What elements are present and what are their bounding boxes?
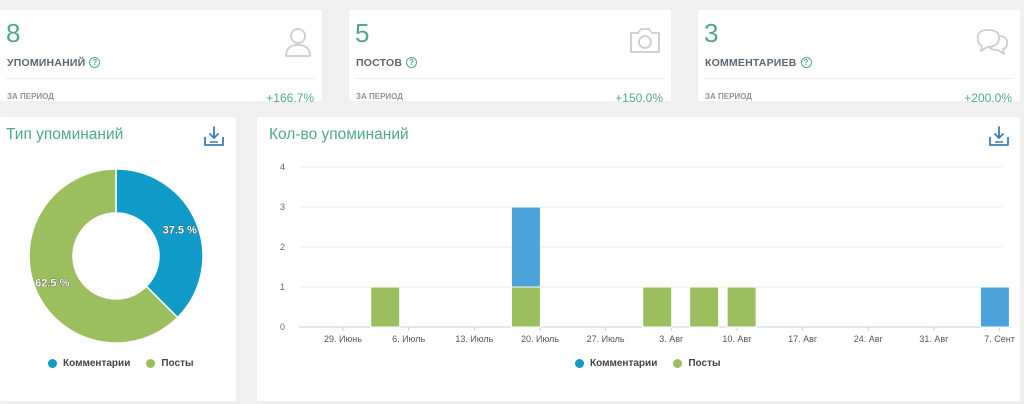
- x-tick-label: 3. Авг: [659, 334, 684, 344]
- download-icon[interactable]: [203, 125, 225, 147]
- legend-item-comments[interactable]: Комментарии: [48, 358, 130, 369]
- donut-chart: 37.5 % 62.5 %: [28, 168, 204, 344]
- y-tick-label: 3: [280, 202, 285, 212]
- posts-change: +150.0%: [615, 91, 663, 105]
- legend-label: Комментарии: [63, 358, 131, 369]
- user-icon: [285, 28, 311, 57]
- mentions-label: УПОМИНАНИЙ?: [7, 57, 101, 69]
- panel-title: Тип упоминаний: [6, 126, 124, 143]
- legend-label: Посты: [161, 358, 194, 369]
- stat-card-comments: 3 КОММЕНТАРИЕВ? ЗА ПЕРИОД +200.0%: [698, 10, 1020, 105]
- chat-bubbles-icon: [976, 29, 1009, 55]
- period-label: ЗА ПЕРИОД: [7, 92, 54, 101]
- pie-slice-label: 62.5 %: [35, 277, 69, 289]
- mention-type-panel: Тип упоминаний 37.5 % 62.5 % Комментарии …: [0, 117, 236, 401]
- divider: [6, 78, 316, 79]
- x-tick-label: 10. Авг: [722, 334, 752, 344]
- legend-label: Посты: [688, 358, 721, 369]
- bar-posts[interactable]: [370, 286, 401, 328]
- mention-count-panel: Кол-во упоминаний 0 1 2 3 4 29. Июнь 6. Июль 13…: [257, 117, 1020, 401]
- posts-count: 5: [355, 18, 370, 48]
- x-tick-label: 20. Июль: [521, 334, 559, 344]
- pie-slice-label: 37.5 %: [163, 225, 197, 237]
- bar-posts[interactable]: [689, 286, 720, 328]
- x-tick-label: 13. Июль: [455, 334, 493, 344]
- help-icon[interactable]: ?: [800, 57, 812, 68]
- pie-slice[interactable]: [115, 168, 204, 319]
- x-tick-label: 7. Сент: [984, 334, 1015, 344]
- y-tick-label: 4: [280, 162, 285, 172]
- x-tick-label: 17. Авг: [788, 334, 818, 344]
- x-tick-label: 29. Июнь: [324, 334, 362, 344]
- panel-title: Кол-во упоминаний: [269, 126, 409, 143]
- legend-dot-posts: [673, 359, 683, 368]
- x-tick-label: 24. Авг: [854, 334, 884, 344]
- bar-posts[interactable]: [642, 286, 673, 328]
- comments-change: +200.0%: [964, 91, 1012, 105]
- bar-legend: Комментарии Посты: [575, 358, 721, 369]
- comments-label: КОММЕНТАРИЕВ?: [705, 57, 812, 69]
- legend-item-comments[interactable]: Комментарии: [575, 358, 657, 369]
- legend-item-posts[interactable]: Посты: [673, 358, 721, 369]
- bar-comments[interactable]: [510, 206, 541, 288]
- bar-posts[interactable]: [510, 286, 541, 328]
- y-tick-label: 2: [280, 242, 285, 252]
- help-icon[interactable]: ?: [406, 57, 418, 68]
- legend-dot-posts: [146, 359, 156, 368]
- legend-item-posts[interactable]: Посты: [146, 358, 194, 369]
- help-icon[interactable]: ?: [89, 57, 101, 68]
- bar-chart: 0 1 2 3 4 29. Июнь 6. Июль 13. Июль 20. Июль 27. …: [280, 162, 1015, 344]
- x-tick-label: 27. Июль: [587, 334, 625, 344]
- period-label: ЗА ПЕРИОД: [705, 92, 752, 101]
- legend-dot-comments: [48, 359, 57, 368]
- x-tick-label: 31. Авг: [919, 334, 949, 344]
- comments-count: 3: [704, 18, 719, 48]
- x-tick-label: 6. Июль: [392, 334, 425, 344]
- stat-card-posts: 5 ПОСТОВ? ЗА ПЕРИОД +150.0%: [349, 10, 671, 105]
- stat-card-mentions: 8 УПОМИНАНИЙ? ЗА ПЕРИОД +166.7%: [0, 10, 322, 105]
- pie-legend: Комментарии Посты: [48, 358, 194, 369]
- y-tick-label: 0: [280, 322, 285, 332]
- divider: [704, 78, 1014, 79]
- legend-label: Комментарии: [590, 358, 658, 369]
- mentions-count: 8: [6, 18, 21, 48]
- bar-posts[interactable]: [726, 286, 757, 328]
- mentions-change: +166.7%: [266, 91, 314, 105]
- download-icon[interactable]: [988, 125, 1010, 147]
- posts-label: ПОСТОВ?: [356, 57, 418, 69]
- y-tick-label: 1: [280, 282, 285, 292]
- legend-dot-comments: [575, 359, 584, 368]
- camera-icon: [630, 28, 660, 53]
- period-label: ЗА ПЕРИОД: [356, 92, 403, 101]
- bar-comments[interactable]: [979, 286, 1010, 328]
- divider: [355, 78, 665, 79]
